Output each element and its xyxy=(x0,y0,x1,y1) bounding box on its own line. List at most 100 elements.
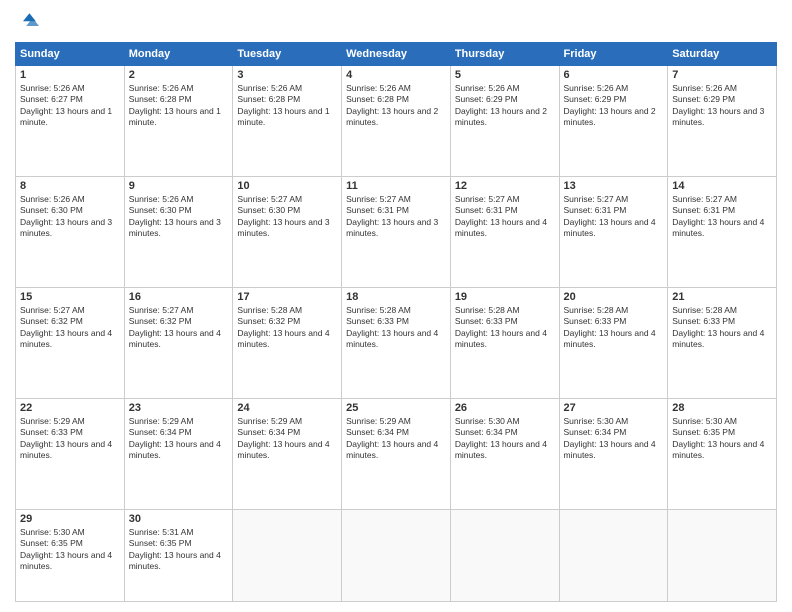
calendar-cell: 24 Sunrise: 5:29 AMSunset: 6:34 PMDayligh… xyxy=(233,398,342,509)
day-info: Sunrise: 5:29 AMSunset: 6:34 PMDaylight:… xyxy=(346,416,446,462)
day-number: 28 xyxy=(672,402,772,414)
day-number: 7 xyxy=(672,69,772,81)
calendar-cell: 18 Sunrise: 5:28 AMSunset: 6:33 PMDayligh… xyxy=(342,287,451,398)
day-info: Sunrise: 5:26 AMSunset: 6:28 PMDaylight:… xyxy=(129,83,229,129)
calendar-header-row: SundayMondayTuesdayWednesdayThursdayFrid… xyxy=(16,43,777,66)
day-info: Sunrise: 5:28 AMSunset: 6:33 PMDaylight:… xyxy=(346,305,446,351)
day-info: Sunrise: 5:29 AMSunset: 6:33 PMDaylight:… xyxy=(20,416,120,462)
day-number: 23 xyxy=(129,402,229,414)
day-info: Sunrise: 5:27 AMSunset: 6:31 PMDaylight:… xyxy=(564,194,664,240)
calendar-cell: 2 Sunrise: 5:26 AMSunset: 6:28 PMDaylight… xyxy=(124,66,233,177)
page: SundayMondayTuesdayWednesdayThursdayFrid… xyxy=(0,0,792,612)
calendar-cell: 14 Sunrise: 5:27 AMSunset: 6:31 PMDayligh… xyxy=(668,176,777,287)
day-number: 2 xyxy=(129,69,229,81)
calendar-cell: 6Sunrise: 5:26 AMSunset: 6:29 PMDaylight… xyxy=(559,66,668,177)
calendar-cell: 5Sunrise: 5:26 AMSunset: 6:29 PMDaylight… xyxy=(450,66,559,177)
day-number: 5 xyxy=(455,69,555,81)
day-info: Sunrise: 5:30 AMSunset: 6:35 PMDaylight:… xyxy=(672,416,772,462)
day-number: 14 xyxy=(672,180,772,192)
day-number: 15 xyxy=(20,291,120,303)
calendar-cell: 30 Sunrise: 5:31 AMSunset: 6:35 PMDayligh… xyxy=(124,509,233,601)
day-number: 1 xyxy=(20,69,120,81)
day-number: 16 xyxy=(129,291,229,303)
col-header-thursday: Thursday xyxy=(450,43,559,66)
calendar-cell: 28 Sunrise: 5:30 AMSunset: 6:35 PMDayligh… xyxy=(668,398,777,509)
day-number: 24 xyxy=(237,402,337,414)
day-number: 3 xyxy=(237,69,337,81)
day-number: 25 xyxy=(346,402,446,414)
day-number: 17 xyxy=(237,291,337,303)
day-number: 18 xyxy=(346,291,446,303)
calendar-cell xyxy=(233,509,342,601)
calendar-cell: 19 Sunrise: 5:28 AMSunset: 6:33 PMDayligh… xyxy=(450,287,559,398)
calendar-cell: 17 Sunrise: 5:28 AMSunset: 6:32 PMDayligh… xyxy=(233,287,342,398)
day-info: Sunrise: 5:27 AMSunset: 6:32 PMDaylight:… xyxy=(20,305,120,351)
calendar-cell: 13Sunrise: 5:27 AMSunset: 6:31 PMDayligh… xyxy=(559,176,668,287)
day-info: Sunrise: 5:26 AMSunset: 6:28 PMDaylight:… xyxy=(237,83,337,129)
calendar-cell: 3 Sunrise: 5:26 AMSunset: 6:28 PMDaylight… xyxy=(233,66,342,177)
calendar-cell: 27Sunrise: 5:30 AMSunset: 6:34 PMDayligh… xyxy=(559,398,668,509)
calendar-cell xyxy=(342,509,451,601)
day-info: Sunrise: 5:27 AMSunset: 6:30 PMDaylight:… xyxy=(237,194,337,240)
calendar-cell: 23Sunrise: 5:29 AMSunset: 6:34 PMDayligh… xyxy=(124,398,233,509)
calendar-cell: 12 Sunrise: 5:27 AMSunset: 6:31 PMDayligh… xyxy=(450,176,559,287)
day-number: 30 xyxy=(129,513,229,525)
calendar-table: SundayMondayTuesdayWednesdayThursdayFrid… xyxy=(15,42,777,602)
calendar-week-row: 8 Sunrise: 5:26 AMSunset: 6:30 PMDaylight… xyxy=(16,176,777,287)
day-info: Sunrise: 5:27 AMSunset: 6:31 PMDaylight:… xyxy=(346,194,446,240)
day-info: Sunrise: 5:26 AMSunset: 6:28 PMDaylight:… xyxy=(346,83,446,129)
day-info: Sunrise: 5:28 AMSunset: 6:33 PMDaylight:… xyxy=(564,305,664,351)
logo-icon xyxy=(15,10,39,34)
calendar-cell: 4 Sunrise: 5:26 AMSunset: 6:28 PMDaylight… xyxy=(342,66,451,177)
col-header-saturday: Saturday xyxy=(668,43,777,66)
day-info: Sunrise: 5:27 AMSunset: 6:31 PMDaylight:… xyxy=(672,194,772,240)
logo xyxy=(15,10,43,34)
day-number: 10 xyxy=(237,180,337,192)
day-info: Sunrise: 5:27 AMSunset: 6:31 PMDaylight:… xyxy=(455,194,555,240)
calendar-cell: 9Sunrise: 5:26 AMSunset: 6:30 PMDaylight… xyxy=(124,176,233,287)
day-info: Sunrise: 5:28 AMSunset: 6:33 PMDaylight:… xyxy=(672,305,772,351)
calendar-cell: 8 Sunrise: 5:26 AMSunset: 6:30 PMDaylight… xyxy=(16,176,125,287)
header xyxy=(15,10,777,34)
calendar-cell: 11Sunrise: 5:27 AMSunset: 6:31 PMDayligh… xyxy=(342,176,451,287)
day-info: Sunrise: 5:26 AMSunset: 6:27 PMDaylight:… xyxy=(20,83,120,129)
col-header-wednesday: Wednesday xyxy=(342,43,451,66)
calendar-cell: 10 Sunrise: 5:27 AMSunset: 6:30 PMDayligh… xyxy=(233,176,342,287)
calendar-week-row: 29 Sunrise: 5:30 AMSunset: 6:35 PMDayligh… xyxy=(16,509,777,601)
day-info: Sunrise: 5:30 AMSunset: 6:35 PMDaylight:… xyxy=(20,527,120,573)
day-info: Sunrise: 5:31 AMSunset: 6:35 PMDaylight:… xyxy=(129,527,229,573)
day-info: Sunrise: 5:28 AMSunset: 6:32 PMDaylight:… xyxy=(237,305,337,351)
calendar-cell xyxy=(450,509,559,601)
day-number: 22 xyxy=(20,402,120,414)
day-number: 19 xyxy=(455,291,555,303)
calendar-cell: 16 Sunrise: 5:27 AMSunset: 6:32 PMDayligh… xyxy=(124,287,233,398)
calendar-week-row: 15 Sunrise: 5:27 AMSunset: 6:32 PMDayligh… xyxy=(16,287,777,398)
col-header-sunday: Sunday xyxy=(16,43,125,66)
col-header-friday: Friday xyxy=(559,43,668,66)
calendar-cell: 15 Sunrise: 5:27 AMSunset: 6:32 PMDayligh… xyxy=(16,287,125,398)
day-number: 21 xyxy=(672,291,772,303)
calendar-week-row: 22 Sunrise: 5:29 AMSunset: 6:33 PMDayligh… xyxy=(16,398,777,509)
day-info: Sunrise: 5:30 AMSunset: 6:34 PMDaylight:… xyxy=(564,416,664,462)
calendar-week-row: 1 Sunrise: 5:26 AMSunset: 6:27 PMDaylight… xyxy=(16,66,777,177)
calendar-cell: 26 Sunrise: 5:30 AMSunset: 6:34 PMDayligh… xyxy=(450,398,559,509)
calendar-cell: 22 Sunrise: 5:29 AMSunset: 6:33 PMDayligh… xyxy=(16,398,125,509)
day-info: Sunrise: 5:26 AMSunset: 6:30 PMDaylight:… xyxy=(20,194,120,240)
day-info: Sunrise: 5:29 AMSunset: 6:34 PMDaylight:… xyxy=(237,416,337,462)
day-info: Sunrise: 5:27 AMSunset: 6:32 PMDaylight:… xyxy=(129,305,229,351)
day-info: Sunrise: 5:30 AMSunset: 6:34 PMDaylight:… xyxy=(455,416,555,462)
calendar-cell: 29 Sunrise: 5:30 AMSunset: 6:35 PMDayligh… xyxy=(16,509,125,601)
day-number: 12 xyxy=(455,180,555,192)
calendar-cell: 21 Sunrise: 5:28 AMSunset: 6:33 PMDayligh… xyxy=(668,287,777,398)
day-info: Sunrise: 5:26 AMSunset: 6:29 PMDaylight:… xyxy=(672,83,772,129)
day-number: 29 xyxy=(20,513,120,525)
day-number: 8 xyxy=(20,180,120,192)
calendar-cell xyxy=(559,509,668,601)
day-info: Sunrise: 5:28 AMSunset: 6:33 PMDaylight:… xyxy=(455,305,555,351)
day-number: 26 xyxy=(455,402,555,414)
calendar-cell xyxy=(668,509,777,601)
calendar-cell: 20Sunrise: 5:28 AMSunset: 6:33 PMDayligh… xyxy=(559,287,668,398)
col-header-monday: Monday xyxy=(124,43,233,66)
day-number: 6 xyxy=(564,69,664,81)
day-number: 4 xyxy=(346,69,446,81)
